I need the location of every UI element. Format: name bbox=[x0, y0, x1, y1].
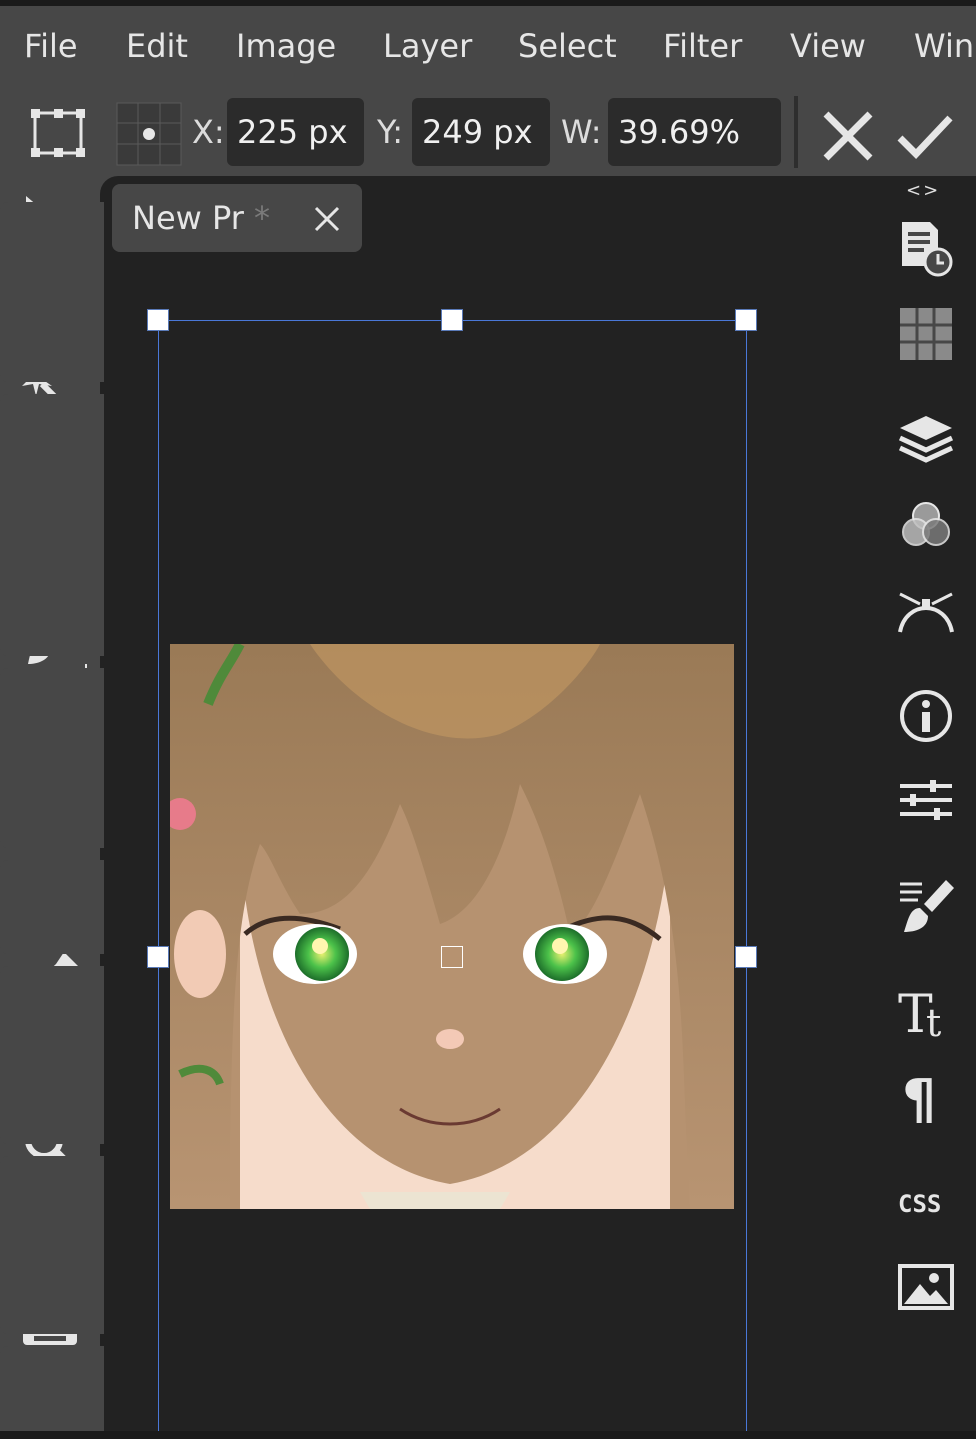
panel-group-empty bbox=[0, 1346, 104, 1439]
transform-handle-top-left[interactable] bbox=[147, 309, 169, 331]
x-position-field[interactable]: 225 px bbox=[227, 98, 364, 166]
image-library-icon[interactable] bbox=[896, 1258, 956, 1318]
menu-layer[interactable]: Layer bbox=[383, 6, 472, 86]
document-tab[interactable]: New Pr * bbox=[112, 184, 362, 252]
window-bottom-edge bbox=[0, 1431, 976, 1439]
y-position-field[interactable]: 249 px bbox=[412, 98, 550, 166]
x-label: X: bbox=[192, 113, 225, 151]
menu-view[interactable]: View bbox=[790, 6, 866, 86]
transform-handle-middle-right[interactable] bbox=[735, 946, 757, 968]
menu-file[interactable]: File bbox=[24, 6, 78, 86]
panel-group-history bbox=[0, 202, 104, 382]
transform-center-point[interactable] bbox=[441, 946, 463, 968]
options-divider bbox=[794, 96, 798, 168]
width-field[interactable]: 39.69% bbox=[608, 98, 781, 166]
character-icon[interactable]: T t bbox=[896, 980, 956, 1040]
transform-handle-top-center[interactable] bbox=[441, 309, 463, 331]
panel-group-css bbox=[0, 1156, 104, 1334]
collapse-panels-toggle[interactable]: <> bbox=[906, 180, 940, 201]
confirm-transform-icon[interactable] bbox=[896, 112, 954, 160]
cancel-transform-icon[interactable] bbox=[820, 108, 876, 164]
document-tab-modified: * bbox=[243, 199, 271, 237]
reference-point-icon[interactable] bbox=[116, 102, 182, 166]
brush-settings-icon[interactable] bbox=[896, 876, 956, 936]
swatches-icon[interactable] bbox=[896, 304, 956, 364]
bounding-box-left-edge bbox=[158, 320, 159, 1431]
menu-image[interactable]: Image bbox=[236, 6, 336, 86]
paths-icon[interactable] bbox=[896, 580, 956, 640]
menu-edit[interactable]: Edit bbox=[126, 6, 188, 86]
transform-handle-middle-left[interactable] bbox=[147, 946, 169, 968]
menu-select[interactable]: Select bbox=[518, 6, 617, 86]
menu-bar: File Edit Image Layer Select Filter View… bbox=[0, 6, 976, 86]
document-tab-name: New Pr bbox=[132, 199, 244, 237]
paragraph-icon[interactable]: ¶ bbox=[896, 1066, 956, 1126]
menu-filter[interactable]: Filter bbox=[663, 6, 742, 86]
document-tab-title: New Pr * bbox=[132, 198, 270, 238]
layers-icon[interactable] bbox=[896, 410, 956, 470]
channels-icon[interactable] bbox=[896, 496, 956, 556]
info-icon[interactable] bbox=[896, 686, 956, 746]
css-icon[interactable]: CSS bbox=[896, 1172, 956, 1232]
history-icon[interactable] bbox=[896, 218, 956, 278]
panel-group-type bbox=[0, 966, 104, 1144]
svg-text:t: t bbox=[926, 1001, 941, 1040]
transform-handle-top-right[interactable] bbox=[735, 309, 757, 331]
panel-group-info bbox=[0, 668, 104, 848]
y-label: Y: bbox=[377, 113, 404, 151]
portrait-illustration bbox=[170, 644, 734, 1209]
canvas-image[interactable] bbox=[170, 644, 734, 1209]
properties-icon[interactable] bbox=[896, 770, 956, 830]
transform-tool-icon[interactable] bbox=[30, 108, 86, 158]
bounding-box-right-edge bbox=[746, 320, 747, 1431]
w-label: W: bbox=[561, 113, 602, 151]
menu-window[interactable]: Win bbox=[914, 6, 974, 86]
svg-text:¶: ¶ bbox=[902, 1068, 936, 1126]
panel-group-layers bbox=[0, 394, 104, 656]
svg-text:CSS: CSS bbox=[898, 1190, 941, 1218]
panel-group-brush bbox=[0, 860, 104, 954]
close-tab-icon[interactable] bbox=[312, 204, 342, 234]
